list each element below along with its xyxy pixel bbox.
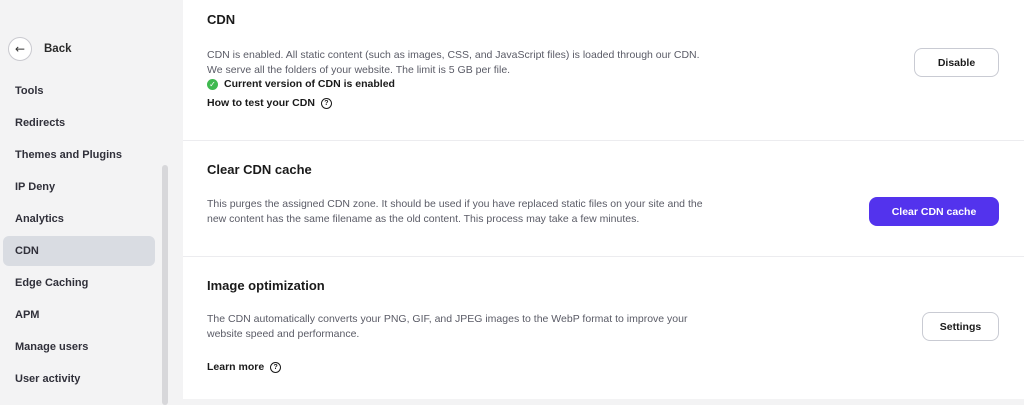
check-circle-icon: ✓ — [207, 78, 218, 90]
image-optimization-description-line: The CDN automatically converts your PNG,… — [207, 313, 688, 325]
image-optimization-title: Image optimization — [207, 278, 325, 293]
cdn-status: ✓ Current version of CDN is enabled — [207, 78, 395, 90]
how-to-test-cdn-link[interactable]: How to test your CDN ? — [207, 97, 332, 109]
back-button[interactable]: ← Back — [8, 36, 72, 62]
arrow-left-icon: ← — [8, 37, 32, 61]
learn-more-label: Learn more — [207, 361, 265, 373]
clear-cache-description: This purges the assigned CDN zone. It sh… — [207, 197, 727, 227]
sidebar-nav: Tools Redirects Themes and Plugins IP De… — [3, 76, 155, 396]
sidebar-item-analytics[interactable]: Analytics — [3, 204, 155, 234]
question-icon: ? — [270, 361, 282, 373]
cdn-status-text: Current version of CDN is enabled — [224, 78, 395, 90]
sidebar-item-apm[interactable]: APM — [3, 300, 155, 330]
cdn-description-line: CDN is enabled. All static content (such… — [207, 49, 700, 61]
sidebar-item-redirects[interactable]: Redirects — [3, 108, 155, 138]
learn-more-link[interactable]: Learn more ? — [207, 361, 282, 373]
sidebar-item-cdn[interactable]: CDN — [3, 236, 155, 266]
sidebar-item-ip-deny[interactable]: IP Deny — [3, 172, 155, 202]
back-label: Back — [44, 43, 72, 55]
main-panel: CDN CDN is enabled. All static content (… — [183, 0, 1024, 399]
disable-button[interactable]: Disable — [914, 48, 999, 77]
settings-button[interactable]: Settings — [922, 312, 999, 341]
sidebar-scrollbar[interactable] — [162, 165, 168, 405]
clear-cache-section: Clear CDN cache This purges the assigned… — [183, 141, 1024, 257]
cdn-description: CDN is enabled. All static content (such… — [207, 48, 727, 78]
image-optimization-description-line: website speed and performance. — [207, 328, 360, 340]
clear-cdn-cache-button[interactable]: Clear CDN cache — [869, 197, 999, 226]
cdn-description-line: We serve all the folders of your website… — [207, 64, 511, 76]
clear-cache-title: Clear CDN cache — [207, 162, 312, 177]
image-optimization-description: The CDN automatically converts your PNG,… — [207, 312, 727, 342]
sidebar: ← Back Tools Redirects Themes and Plugin… — [0, 0, 170, 405]
sidebar-item-tools[interactable]: Tools — [3, 76, 155, 106]
sidebar-item-edge-caching[interactable]: Edge Caching — [3, 268, 155, 298]
clear-cache-description-line: This purges the assigned CDN zone. It sh… — [207, 198, 703, 210]
sidebar-item-user-activity[interactable]: User activity — [3, 364, 155, 394]
image-optimization-section: Image optimization The CDN automatically… — [183, 257, 1024, 399]
how-to-test-cdn-label: How to test your CDN — [207, 97, 315, 109]
sidebar-item-themes-and-plugins[interactable]: Themes and Plugins — [3, 140, 155, 170]
sidebar-item-manage-users[interactable]: Manage users — [3, 332, 155, 362]
cdn-section: CDN CDN is enabled. All static content (… — [183, 0, 1024, 141]
clear-cache-description-line: new content has the same filename as the… — [207, 213, 640, 225]
question-icon: ? — [320, 97, 332, 109]
cdn-title: CDN — [207, 12, 236, 27]
